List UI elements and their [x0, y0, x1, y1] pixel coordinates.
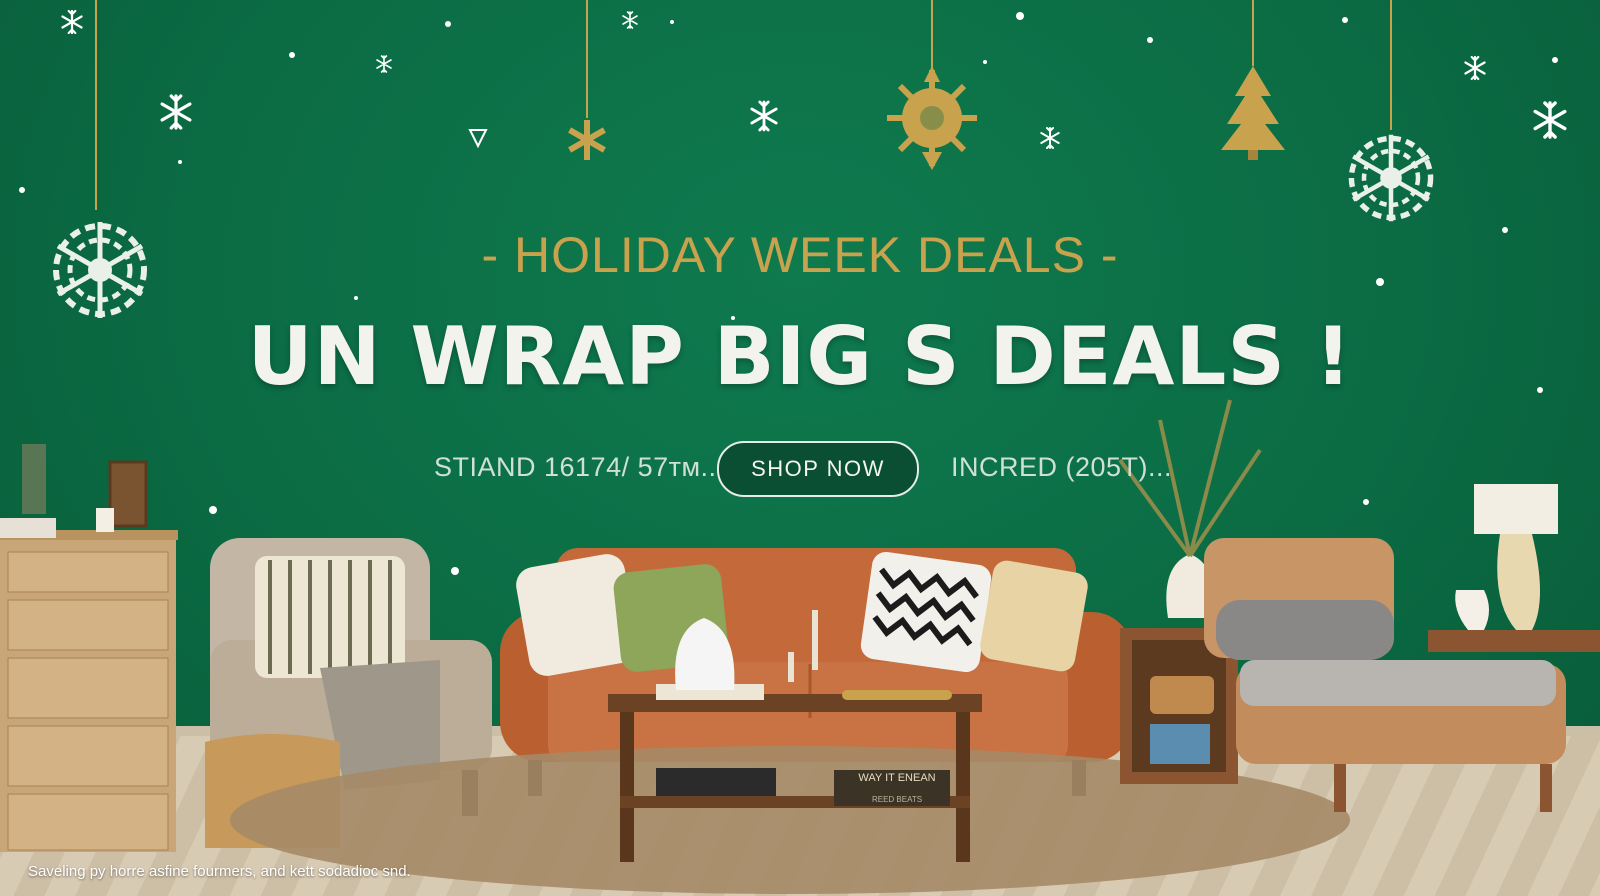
- snowflake-icon: [1533, 101, 1567, 139]
- eyebrow-title: - HOLIDAY WEEK DEALS -: [481, 227, 1119, 283]
- promo-right: INCRED (205T)...: [951, 452, 1173, 482]
- snowflake-icon: [61, 9, 83, 35]
- coffee-book-subtitle: REED BEATS: [871, 795, 923, 804]
- snowflake-icon: [160, 94, 192, 130]
- star-icon: [622, 11, 638, 29]
- headline: UN WRAP BIG S DEALS !: [247, 310, 1353, 403]
- ornament-strings: [95, 0, 1392, 210]
- snowflake-icon: [1351, 135, 1430, 221]
- snowflake-icon: [1464, 55, 1486, 81]
- sun-ornament-icon: [887, 66, 977, 170]
- snowflake-icon: [1040, 127, 1060, 149]
- promo-left: STIAND 16174/ 57ᴛᴍ..: [434, 452, 717, 482]
- triangle-icon: [468, 129, 488, 149]
- snowflake-icon: [750, 100, 778, 132]
- holiday-banner: - HOLIDAY WEEK DEALS - UN WRAP BIG S DEA…: [0, 0, 1600, 896]
- table-lamp: [1428, 484, 1600, 652]
- caption: Saveling py horre asfine fourmers, and k…: [28, 863, 411, 880]
- shop-now-button[interactable]: SHOP NOW: [717, 441, 919, 497]
- dresser: [0, 444, 178, 852]
- snowflake-icon: [568, 120, 606, 160]
- snowflake-icon: [376, 55, 392, 73]
- tree-ornament-icon: [1221, 66, 1285, 160]
- coffee-book-title: WAY IT ENEAN: [858, 772, 936, 784]
